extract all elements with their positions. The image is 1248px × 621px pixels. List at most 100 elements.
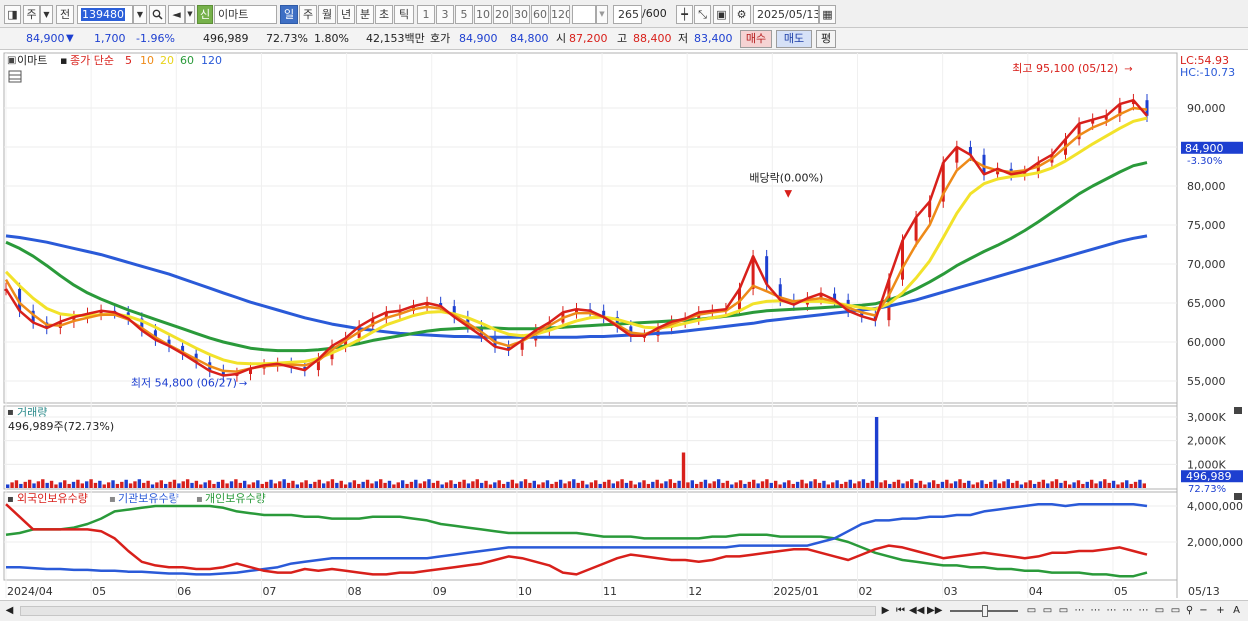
interval-3-button[interactable]: 3	[436, 5, 454, 24]
prev-button[interactable]: 전	[56, 5, 74, 24]
candle-type-icon[interactable]: ┿	[676, 5, 693, 24]
table-icon[interactable]	[8, 70, 22, 83]
volume-bar	[967, 480, 971, 488]
price-tick-label: 75,000	[1187, 219, 1226, 232]
volume-bar	[453, 483, 458, 488]
interval-1-button[interactable]: 1	[417, 5, 435, 24]
layout-toggle-icon[interactable]: ◨	[4, 5, 21, 24]
volume-bar	[580, 480, 585, 488]
period-day-tab[interactable]: 일	[280, 5, 298, 24]
period-tick-tab[interactable]: 틱	[394, 5, 414, 24]
window-icon[interactable]: ▭	[1056, 603, 1071, 619]
buy-button[interactable]: 매수	[740, 30, 772, 48]
current-change-tag: -3.30%	[1187, 156, 1222, 167]
plus-icon[interactable]: +	[1213, 603, 1228, 619]
first-icon[interactable]: ⏮	[893, 603, 908, 619]
speaker-dropdown-icon[interactable]: ▼	[185, 5, 195, 24]
holdings-panel-close-icon[interactable]	[1234, 493, 1242, 500]
interval-20-button[interactable]: 20	[493, 5, 511, 24]
price-tick-label: 65,000	[1187, 297, 1226, 310]
window-icon[interactable]: ▭	[1040, 603, 1055, 619]
interval-120-button[interactable]: 120	[550, 5, 570, 24]
window-icon[interactable]: ▭	[1024, 603, 1039, 619]
volume-bar	[387, 480, 392, 488]
volume-bar	[1120, 482, 1125, 488]
stock-name-field[interactable]: 이마트	[214, 5, 277, 24]
save-icon[interactable]: ▣	[713, 5, 730, 24]
zoom-slider-handle[interactable]	[982, 605, 988, 617]
ruler-icon[interactable]: ⋯	[1088, 603, 1103, 619]
x-tick-label: 2025/01	[773, 585, 819, 598]
prev-icon[interactable]: ◀◀	[909, 603, 924, 619]
price-change-pct: -1.96%	[136, 32, 175, 45]
period-label: 틱	[398, 8, 410, 21]
horizontal-scrollbar[interactable]	[20, 606, 876, 616]
trade-volume: 496,989	[203, 32, 249, 45]
custom-interval-dropdown-icon[interactable]: ▼	[596, 5, 608, 24]
gear-icon[interactable]: ⚙	[732, 5, 751, 24]
calendar-icon[interactable]: ▦	[819, 5, 836, 24]
interval-5-button[interactable]: 5	[455, 5, 473, 24]
volume-bar	[41, 479, 45, 488]
volume-bar	[936, 483, 940, 488]
period-month-tab[interactable]: 월	[318, 5, 336, 24]
volume-bar	[405, 483, 409, 488]
ruler-icon[interactable]: ⋯	[1120, 603, 1135, 619]
volume-bar	[699, 481, 703, 488]
ruler-icon[interactable]: ⋯	[1104, 603, 1119, 619]
zoom-out-icon[interactable]: ⚲	[1182, 603, 1197, 619]
period-minute-tab[interactable]: 분	[356, 5, 374, 24]
window-icon[interactable]: ▭	[1168, 603, 1183, 619]
volume-bar	[1024, 482, 1028, 488]
volume-bar	[795, 481, 800, 488]
period-second-tab[interactable]: 초	[375, 5, 393, 24]
badge-label: 신	[199, 8, 211, 21]
chart-svg[interactable]: ▣ 이마트 ▪ 종가 단순 5 10 20 60 120 LC:54.93 HC…	[0, 50, 1248, 600]
stock-code-dropdown-icon[interactable]: ▼	[133, 5, 147, 24]
count-input[interactable]: 265	[613, 5, 642, 24]
market-select[interactable]: 주	[23, 5, 40, 24]
volume-bar	[686, 482, 690, 488]
crosshair-icon[interactable]: ⤡	[694, 5, 711, 24]
volume-bar	[216, 481, 221, 488]
volume-bar	[185, 479, 190, 488]
holdings-legend-foreign: 외국인보유수량	[17, 492, 88, 505]
play-icon[interactable]: ▶	[878, 603, 893, 619]
text-icon[interactable]: A	[1229, 603, 1244, 619]
interval-10-button[interactable]: 10	[474, 5, 492, 24]
volume-bar	[392, 484, 396, 488]
volume-panel-close-icon[interactable]	[1234, 407, 1242, 414]
next-icon[interactable]: ▶▶	[927, 603, 942, 619]
volume-bar	[348, 482, 352, 488]
ruler-icon[interactable]: ⋯	[1136, 603, 1151, 619]
date-input[interactable]: 2025/05/13	[753, 5, 819, 24]
speaker-icon[interactable]: ◄	[168, 5, 185, 24]
custom-interval-input[interactable]	[572, 5, 596, 24]
search-icon[interactable]	[149, 5, 166, 24]
volume-bar	[409, 481, 414, 488]
volume-bar	[225, 483, 229, 488]
volume-bar	[528, 482, 532, 488]
volume-bar	[102, 484, 106, 488]
stock-code-input[interactable]: 139480	[77, 5, 133, 24]
period-week-tab[interactable]: 주	[299, 5, 317, 24]
volume-bar	[975, 482, 980, 488]
x-tick-label: 10	[518, 585, 532, 598]
volume-bar	[800, 479, 804, 488]
volume-bar	[931, 480, 936, 488]
period-year-tab[interactable]: 년	[337, 5, 355, 24]
sell-button[interactable]: 매도	[776, 30, 812, 48]
interval-60-button[interactable]: 60	[531, 5, 549, 24]
volume-bar	[743, 483, 747, 488]
eval-button[interactable]: 평	[816, 30, 836, 48]
window-icon[interactable]: ▭	[1152, 603, 1167, 619]
low-price: 83,400	[694, 32, 733, 45]
market-label: 주	[26, 8, 37, 21]
scroll-left-icon[interactable]: ◀	[2, 603, 17, 619]
market-dropdown-icon[interactable]: ▼	[40, 5, 53, 24]
interval-30-button[interactable]: 30	[512, 5, 530, 24]
ruler-icon[interactable]: ⋯	[1072, 603, 1087, 619]
minus-icon[interactable]: −	[1196, 603, 1211, 619]
volume-bar	[427, 479, 431, 488]
volume-bar	[295, 484, 300, 488]
